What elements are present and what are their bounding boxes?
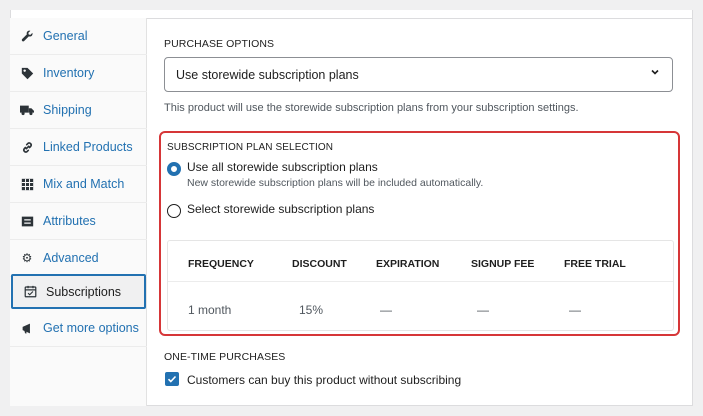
radio-label-select: Select storewide subscription plans (187, 202, 375, 216)
column-header: SIGNUP FEE (471, 258, 535, 270)
tab-label: Mix and Match (43, 177, 125, 191)
one-time-heading: ONE-TIME PURCHASES (164, 351, 286, 363)
table-cell: — (380, 303, 392, 317)
tab-subscriptions[interactable]: Subscriptions (11, 274, 146, 309)
tab-attributes[interactable]: Attributes (10, 203, 147, 240)
subscriptions-panel: PURCHASE OPTIONS Use storewide subscript… (148, 18, 693, 406)
grid-icon (20, 177, 34, 191)
product-data-tabs: General Inventory Shipping Linked Produc… (10, 18, 147, 406)
tab-label: Advanced (43, 251, 99, 265)
tab-advanced[interactable]: ⚙ Advanced (10, 240, 147, 277)
table-cell: — (569, 303, 581, 317)
plan-selection-heading: SUBSCRIPTION PLAN SELECTION (167, 142, 334, 153)
tab-get-more-options[interactable]: Get more options (10, 310, 147, 347)
tab-label: Attributes (43, 214, 96, 228)
tab-inventory[interactable]: Inventory (10, 55, 147, 92)
wrench-icon (20, 29, 34, 43)
list-icon (20, 214, 34, 228)
select-value: Use storewide subscription plans (176, 67, 359, 82)
tab-shipping[interactable]: Shipping (10, 92, 147, 129)
tag-icon (20, 66, 34, 80)
table-cell: 15% (299, 303, 324, 317)
tab-label: Linked Products (43, 140, 133, 154)
purchase-options-hint: This product will use the storewide subs… (164, 102, 579, 114)
divider (168, 281, 673, 282)
plan-selection-box: SUBSCRIPTION PLAN SELECTION Use all stor… (159, 131, 680, 336)
gear-icon: ⚙ (21, 251, 33, 265)
one-time-checkbox-label: Customers can buy this product without s… (187, 373, 462, 387)
checkmark-icon (167, 375, 177, 383)
chevron-down-icon (650, 67, 660, 80)
tab-label: Inventory (43, 66, 95, 80)
one-time-checkbox[interactable] (165, 372, 179, 386)
radio-label-use-all: Use all storewide subscription plans (187, 160, 378, 174)
link-icon (20, 140, 34, 154)
table-cell: — (477, 303, 489, 317)
megaphone-icon (20, 321, 34, 335)
column-header: EXPIRATION (376, 258, 440, 270)
table-cell: 1 month (188, 303, 232, 317)
column-header: DISCOUNT (292, 258, 347, 270)
tab-label: Get more options (43, 321, 139, 335)
column-header: FREE TRIAL (564, 258, 626, 270)
tab-label: General (43, 29, 88, 43)
plans-table: FREQUENCY DISCOUNT EXPIRATION SIGNUP FEE… (167, 240, 674, 331)
column-header: FREQUENCY (188, 258, 254, 270)
radio-description: New storewide subscription plans will be… (187, 177, 484, 189)
tab-mix-and-match[interactable]: Mix and Match (10, 166, 147, 203)
purchase-options-heading: PURCHASE OPTIONS (164, 38, 275, 50)
radio-use-all-plans[interactable] (167, 162, 181, 176)
tab-general[interactable]: General (10, 18, 147, 55)
tab-label: Shipping (43, 103, 92, 117)
purchase-options-select[interactable]: Use storewide subscription plans (164, 57, 673, 92)
truck-icon (20, 103, 34, 117)
radio-select-plans[interactable] (167, 204, 181, 218)
calendar-icon (23, 285, 37, 299)
tab-linked-products[interactable]: Linked Products (10, 129, 147, 166)
tab-label: Subscriptions (46, 284, 122, 299)
